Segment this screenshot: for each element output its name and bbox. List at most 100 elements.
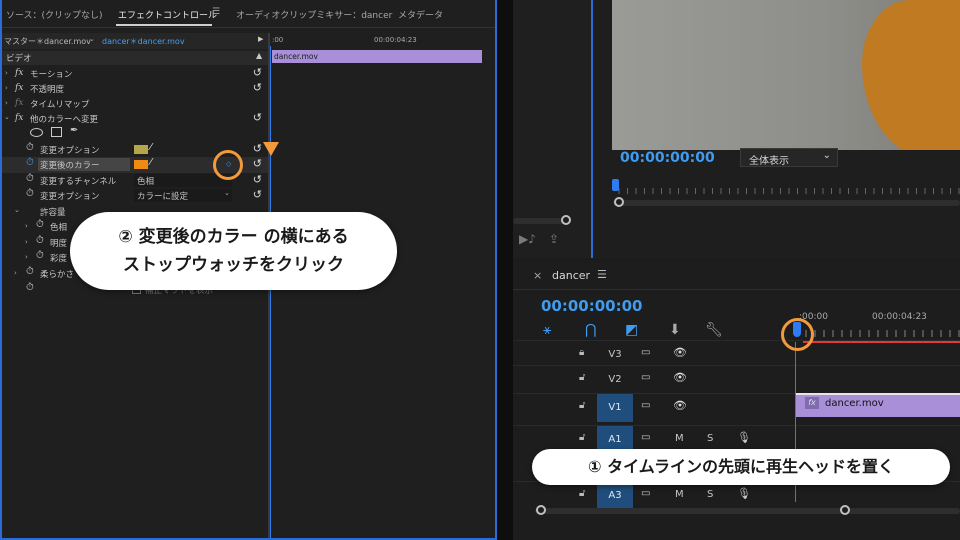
track-name[interactable]: V1 <box>597 394 633 422</box>
wrench-icon[interactable]: 🔧︎ <box>705 322 723 338</box>
collapse-up-icon[interactable]: ▲ <box>256 51 262 60</box>
pen-mask-icon[interactable]: ✒ <box>70 125 78 136</box>
program-ruler[interactable] <box>613 182 960 196</box>
track-name[interactable]: V2 <box>597 366 633 394</box>
expand-chevron-icon[interactable]: › <box>14 269 17 277</box>
expand-chevron-icon[interactable]: › <box>5 99 8 107</box>
fx-icon[interactable]: fx <box>15 83 23 93</box>
master-clip-label[interactable]: マスター＊dancer.mov <box>4 36 91 47</box>
lock-icon[interactable]: 🔓︎ <box>579 400 585 411</box>
scrollbar[interactable] <box>513 218 568 224</box>
scroll-handle[interactable] <box>561 215 571 225</box>
sync-lock-icon[interactable]: ▭ <box>641 372 650 383</box>
sequence-clip-label[interactable]: dancer＊dancer.mov <box>102 36 185 47</box>
reset-icon[interactable]: ↺ <box>253 66 262 79</box>
reset-icon[interactable]: ↺ <box>253 81 262 94</box>
tab-source[interactable]: ソース：(クリップなし) <box>6 8 103 21</box>
track-row-v3[interactable]: 🔒︎ V3 ▭ 👁︎ <box>513 340 960 368</box>
track-row-v2[interactable]: 🔓︎ V2 ▭ 👁︎ <box>513 365 960 393</box>
eyedropper-icon[interactable]: ⁄ <box>150 157 152 168</box>
chevron-down-icon[interactable]: ⌄ <box>224 189 230 197</box>
tab-metadata[interactable]: メタデータ <box>398 8 443 21</box>
program-scrollbar[interactable] <box>613 200 960 206</box>
expand-chevron-down-icon[interactable]: ⌄ <box>4 113 10 121</box>
expand-chevron-icon[interactable]: › <box>5 84 8 92</box>
lock-icon[interactable]: 🔓︎ <box>579 372 585 383</box>
timeline-clip[interactable]: dancer.mov <box>795 393 960 417</box>
lock-icon[interactable]: 🔓︎ <box>579 488 585 499</box>
sync-lock-icon[interactable]: ▭ <box>641 488 650 499</box>
zoom-select[interactable]: 全体表示 ⌄ <box>740 148 838 167</box>
reset-icon[interactable]: ↺ <box>253 188 262 201</box>
effect-row-change-color[interactable]: ⌄ fx 他のカラーへ変更 ↺ <box>0 111 268 127</box>
color-swatch[interactable] <box>134 145 148 154</box>
insert-icon[interactable]: ▶♪ <box>519 232 536 246</box>
sync-lock-icon[interactable]: ▭ <box>641 347 650 358</box>
stopwatch-icon[interactable]: ⏱ <box>26 188 34 199</box>
ellipse-mask-icon[interactable] <box>30 128 43 137</box>
rectangle-mask-icon[interactable] <box>51 127 62 137</box>
lock-icon[interactable]: 🔓︎ <box>579 432 585 443</box>
expand-chevron-icon[interactable]: › <box>25 222 28 230</box>
fx-icon[interactable]: fx <box>15 68 23 78</box>
eye-icon[interactable]: 👁︎ <box>673 346 687 359</box>
nest-icon[interactable]: ⚹ <box>543 322 551 338</box>
track-row-a3[interactable]: 🔓︎ A3 ▭ M S 🎙︎ <box>513 481 960 512</box>
eyedropper-icon[interactable]: ⁄ <box>150 142 152 153</box>
stopwatch-icon[interactable]: ⏱ <box>26 173 34 184</box>
option-select[interactable]: カラーに設定 <box>134 189 232 202</box>
color-swatch[interactable] <box>134 160 148 169</box>
effect-clip-bar[interactable]: dancer.mov <box>272 50 482 63</box>
fx-badge-icon[interactable]: fx <box>805 397 819 409</box>
tab-sequence[interactable]: dancer <box>552 269 590 282</box>
program-playhead[interactable] <box>612 179 619 191</box>
eye-icon[interactable]: 👁︎ <box>673 371 687 384</box>
stopwatch-icon[interactable]: ⏱ <box>26 157 34 168</box>
solo-button[interactable]: S <box>707 433 713 444</box>
tab-audio-mixer[interactable]: オーディオクリップミキサー：dancer <box>236 8 392 21</box>
stopwatch-icon[interactable]: ⏱ <box>36 250 44 261</box>
sync-lock-icon[interactable]: ▭ <box>641 400 650 411</box>
stopwatch-icon[interactable]: ⏱ <box>36 219 44 230</box>
mute-button[interactable]: M <box>675 433 684 444</box>
panel-menu-icon[interactable]: ☰ <box>597 268 607 281</box>
linked-selection-icon[interactable]: ◩ <box>625 322 638 338</box>
scroll-handle[interactable] <box>614 197 624 207</box>
expand-chevron-down-icon[interactable]: ⌄ <box>14 206 20 214</box>
eye-icon[interactable]: 👁︎ <box>673 399 687 412</box>
expand-chevron-icon[interactable]: › <box>25 253 28 261</box>
sync-lock-icon[interactable]: ▭ <box>641 432 650 443</box>
play-triangle-icon[interactable]: ▶ <box>258 35 263 43</box>
program-timecode[interactable]: 00:00:00:00 <box>620 150 715 166</box>
expand-chevron-icon[interactable]: › <box>5 69 8 77</box>
chevron-down-icon[interactable]: ⌄ <box>823 150 831 161</box>
effect-row-opacity[interactable]: › fx 不透明度 ↺ <box>0 81 268 97</box>
lock-icon[interactable]: 🔒︎ <box>579 347 584 358</box>
timeline-scrollbar[interactable] <box>535 508 960 514</box>
reset-icon[interactable]: ↺ <box>253 157 262 170</box>
fx-icon[interactable]: fx <box>15 113 23 123</box>
microphone-icon[interactable]: 🎙︎ <box>737 487 751 500</box>
scroll-handle[interactable] <box>840 505 850 515</box>
snap-magnet-icon[interactable]: ⋂ <box>585 322 596 338</box>
fx-icon[interactable]: fx <box>15 98 23 108</box>
stopwatch-icon[interactable]: ⏱ <box>26 266 34 277</box>
add-marker-icon[interactable]: ⬇ <box>669 322 681 338</box>
param-row-option2[interactable]: ⏱ 変更オプション カラーに設定 ⌄ ↺ <box>0 188 268 204</box>
microphone-icon[interactable]: 🎙︎ <box>737 431 751 444</box>
mute-button[interactable]: M <box>675 489 684 500</box>
scroll-handle[interactable] <box>536 505 546 515</box>
timeline-timecode[interactable]: 00:00:00:00 <box>541 297 643 315</box>
tab-effect-controls[interactable]: エフェクトコントロール <box>118 8 217 21</box>
stopwatch-icon[interactable]: ⏱ <box>26 142 34 153</box>
reset-icon[interactable]: ↺ <box>253 142 262 155</box>
expand-chevron-icon[interactable]: › <box>25 238 28 246</box>
chevron-down-icon[interactable]: ⌄ <box>89 35 95 43</box>
panel-menu-icon[interactable]: ☰ <box>212 7 220 17</box>
close-icon[interactable]: × <box>533 269 542 282</box>
effect-row-motion[interactable]: › fx モーション ↺ <box>0 66 268 82</box>
solo-button[interactable]: S <box>707 489 713 500</box>
effect-row-time-remap[interactable]: › fx タイムリマップ <box>0 96 268 112</box>
reset-icon[interactable]: ↺ <box>253 173 262 186</box>
export-frame-icon[interactable]: ⇪ <box>549 232 559 246</box>
